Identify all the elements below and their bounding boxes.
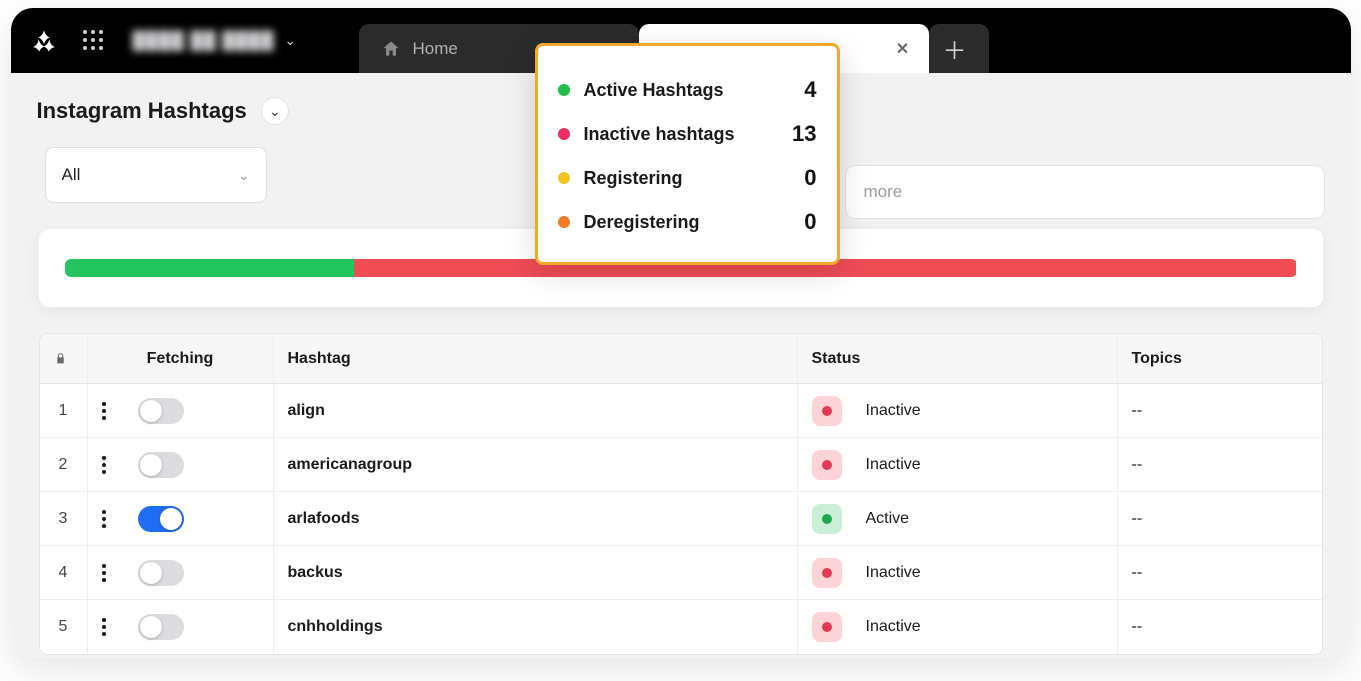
app-window: ████ ██ ████ ⌄ Home gs ✕ ＋ Instagram Has… — [11, 8, 1351, 658]
dot-icon — [558, 128, 570, 140]
topics-cell: -- — [1118, 600, 1322, 654]
status-cell: Inactive — [798, 600, 1118, 654]
table-row[interactable]: 3 arlafoods Active -- — [40, 492, 1322, 546]
fetching-cell — [88, 384, 274, 437]
table-body: 1 align Inactive -- 2 americanagroup Inactive -… — [40, 384, 1322, 654]
status-cell: Inactive — [798, 546, 1118, 599]
stat-registering-value: 0 — [804, 165, 816, 191]
table-row[interactable]: 1 align Inactive -- — [40, 384, 1322, 438]
status-indicator-icon — [812, 558, 842, 588]
status-cell: Inactive — [798, 384, 1118, 437]
status-text: Inactive — [866, 402, 921, 420]
fetching-cell — [88, 546, 274, 599]
workspace-name-masked: ████ ██ ████ — [133, 31, 275, 51]
row-menu-icon[interactable] — [102, 456, 106, 474]
workspace-selector[interactable]: ████ ██ ████ ⌄ — [133, 31, 297, 51]
stat-active-value: 4 — [804, 77, 816, 103]
stat-inactive: Inactive hashtags 13 — [558, 112, 817, 156]
row-index: 4 — [40, 546, 88, 599]
row-index: 2 — [40, 438, 88, 491]
dot-icon — [558, 84, 570, 96]
chevron-down-icon: ⌄ — [284, 32, 296, 49]
status-indicator-icon — [812, 612, 842, 642]
chevron-down-icon: ⌄ — [269, 103, 281, 120]
status-indicator-icon — [812, 450, 842, 480]
status-text: Active — [866, 510, 910, 528]
hashtag-cell: arlafoods — [274, 492, 798, 545]
hashtag-stats-popover: Active Hashtags 4 Inactive hashtags 13 R… — [535, 43, 840, 265]
topics-cell: -- — [1118, 492, 1322, 545]
status-text: Inactive — [866, 618, 921, 636]
progress-segment-active — [65, 259, 355, 277]
table-row[interactable]: 4 backus Inactive -- — [40, 546, 1322, 600]
hashtag-table: Fetching Hashtag Status Topics 1 align Ina… — [39, 333, 1323, 655]
table-row[interactable]: 5 cnhholdings Inactive -- — [40, 600, 1322, 654]
fetching-cell — [88, 438, 274, 491]
brand-logo-icon[interactable] — [29, 26, 59, 56]
search-box — [845, 165, 1325, 219]
filter-status-select[interactable]: All ⌄ — [45, 147, 267, 203]
status-indicator-icon — [812, 504, 842, 534]
hashtag-cell: align — [274, 384, 798, 437]
fetching-toggle[interactable] — [138, 614, 184, 640]
topics-cell: -- — [1118, 384, 1322, 437]
stat-active-label: Active Hashtags — [584, 80, 724, 101]
hashtag-cell: cnhholdings — [274, 600, 798, 654]
column-topics[interactable]: Topics — [1118, 334, 1322, 383]
status-cell: Inactive — [798, 438, 1118, 491]
title-dropdown-button[interactable]: ⌄ — [261, 97, 289, 125]
row-menu-icon[interactable] — [102, 564, 106, 582]
column-fetching[interactable]: Fetching — [88, 334, 274, 383]
stat-inactive-value: 13 — [792, 121, 816, 147]
fetching-cell — [88, 492, 274, 545]
stat-active: Active Hashtags 4 — [558, 68, 817, 112]
stat-registering-label: Registering — [584, 168, 683, 189]
stat-deregistering-label: Deregistering — [584, 212, 700, 233]
row-menu-icon[interactable] — [102, 618, 106, 636]
fetching-toggle[interactable] — [138, 398, 184, 424]
filter-status-value: All — [62, 165, 81, 185]
topics-cell: -- — [1118, 438, 1322, 491]
row-index: 3 — [40, 492, 88, 545]
table-header: Fetching Hashtag Status Topics — [40, 334, 1322, 384]
stat-inactive-label: Inactive hashtags — [584, 124, 735, 145]
stat-registering: Registering 0 — [558, 156, 817, 200]
search-input[interactable] — [845, 165, 1325, 219]
hashtag-cell: backus — [274, 546, 798, 599]
close-icon[interactable]: ✕ — [893, 39, 913, 59]
table-row[interactable]: 2 americanagroup Inactive -- — [40, 438, 1322, 492]
lock-icon — [54, 352, 67, 365]
plus-icon: ＋ — [943, 31, 967, 66]
status-text: Inactive — [866, 456, 921, 474]
row-index: 1 — [40, 384, 88, 437]
fetching-toggle[interactable] — [138, 452, 184, 478]
status-text: Inactive — [866, 564, 921, 582]
fetching-toggle[interactable] — [138, 560, 184, 586]
row-menu-icon[interactable] — [102, 510, 106, 528]
stat-deregistering: Deregistering 0 — [558, 200, 817, 244]
home-icon — [381, 39, 401, 59]
fetching-cell — [88, 600, 274, 654]
dot-icon — [558, 172, 570, 184]
status-indicator-icon — [812, 396, 842, 426]
dot-icon — [558, 216, 570, 228]
stat-deregistering-value: 0 — [804, 209, 816, 235]
tab-home-label: Home — [413, 39, 458, 59]
row-index: 5 — [40, 600, 88, 654]
app-launcher-icon[interactable] — [83, 30, 105, 52]
page-title: Instagram Hashtags — [37, 98, 247, 124]
status-cell: Active — [798, 492, 1118, 545]
tab-add-button[interactable]: ＋ — [929, 24, 989, 73]
row-menu-icon[interactable] — [102, 402, 106, 420]
chevron-down-icon: ⌄ — [238, 167, 250, 184]
column-status[interactable]: Status — [798, 334, 1118, 383]
topics-cell: -- — [1118, 546, 1322, 599]
column-hashtag[interactable]: Hashtag — [274, 334, 798, 383]
hashtag-cell: americanagroup — [274, 438, 798, 491]
column-index — [40, 334, 88, 383]
fetching-toggle[interactable] — [138, 506, 184, 532]
